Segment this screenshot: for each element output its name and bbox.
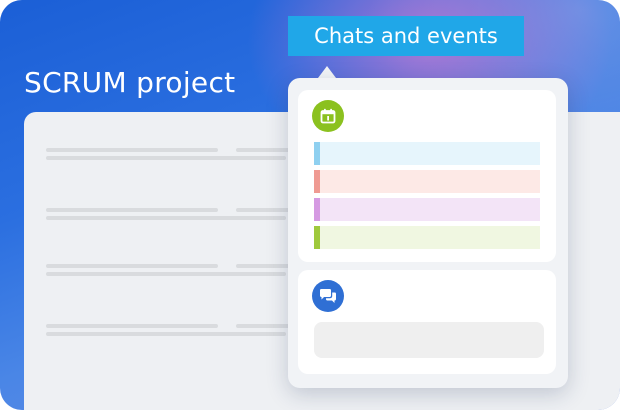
event-body: [320, 170, 540, 193]
placeholder-line: [236, 324, 296, 328]
calendar-icon[interactable]: [312, 100, 344, 132]
placeholder-line: [46, 332, 286, 336]
event-body: [320, 142, 540, 165]
chats-card: [298, 270, 556, 374]
event-body: [320, 198, 540, 221]
event-item[interactable]: [314, 170, 540, 193]
popup-pointer: [318, 66, 336, 78]
chat-message-input[interactable]: [314, 322, 544, 358]
event-body: [320, 226, 540, 249]
placeholder-line: [236, 264, 296, 268]
placeholder-line: [46, 272, 286, 276]
chats-events-popup: [288, 78, 568, 388]
placeholder-line: [236, 148, 296, 152]
placeholder-line: [46, 148, 218, 152]
project-title: SCRUM project: [24, 66, 236, 99]
placeholder-line: [46, 216, 286, 220]
chat-bubbles-icon[interactable]: [312, 280, 344, 312]
placeholder-line: [46, 156, 286, 160]
chats-and-events-tag: Chats and events: [288, 16, 524, 56]
event-item[interactable]: [314, 226, 540, 249]
placeholder-line: [236, 208, 296, 212]
placeholder-line: [46, 324, 218, 328]
placeholder-line: [46, 208, 218, 212]
event-item[interactable]: [314, 198, 540, 221]
event-item[interactable]: [314, 142, 540, 165]
placeholder-line: [46, 264, 218, 268]
events-card: [298, 90, 556, 262]
